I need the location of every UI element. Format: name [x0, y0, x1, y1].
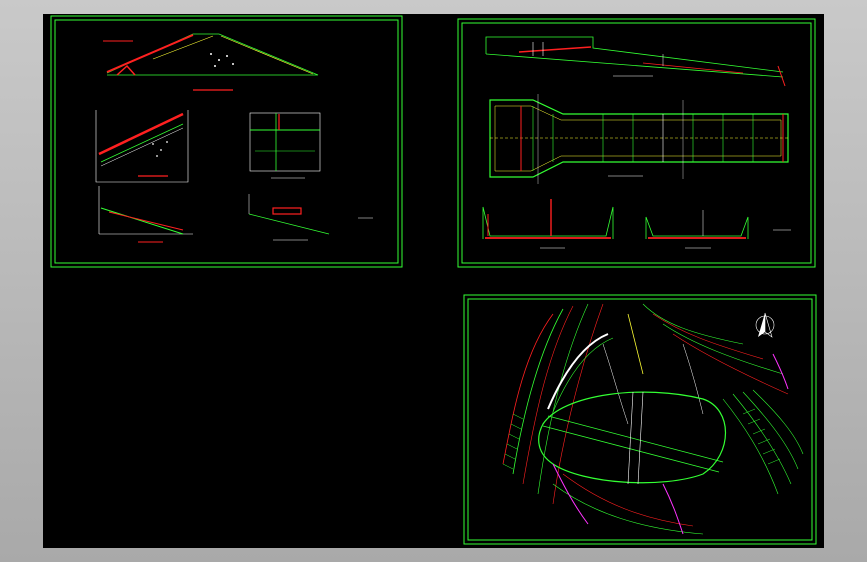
spillway-plan: [489, 94, 789, 184]
drawing-canvas[interactable]: [43, 14, 824, 548]
sheet-1-outer-border: [50, 15, 403, 268]
gate-shaft-detail: [249, 112, 321, 179]
sheet-2-inner-border: [461, 22, 812, 264]
topographic-contours: [502, 303, 804, 535]
sheet-2[interactable]: [457, 18, 816, 268]
cross-section-b: [645, 210, 791, 249]
drawing-svg: [50, 15, 817, 545]
dam-cross-section: [103, 33, 319, 91]
north-arrow-icon: [755, 312, 775, 338]
dam-toe-detail: [95, 110, 189, 183]
sheet-1[interactable]: [50, 15, 403, 268]
spillway-profile: [485, 36, 786, 87]
dam-plan-outline: [538, 333, 726, 485]
cad-viewer-frame: [0, 0, 867, 562]
cross-section-a: [482, 199, 614, 249]
sheet-3[interactable]: [463, 294, 817, 545]
slope-detail-2: [248, 194, 330, 241]
slope-detail-1: [98, 186, 193, 243]
